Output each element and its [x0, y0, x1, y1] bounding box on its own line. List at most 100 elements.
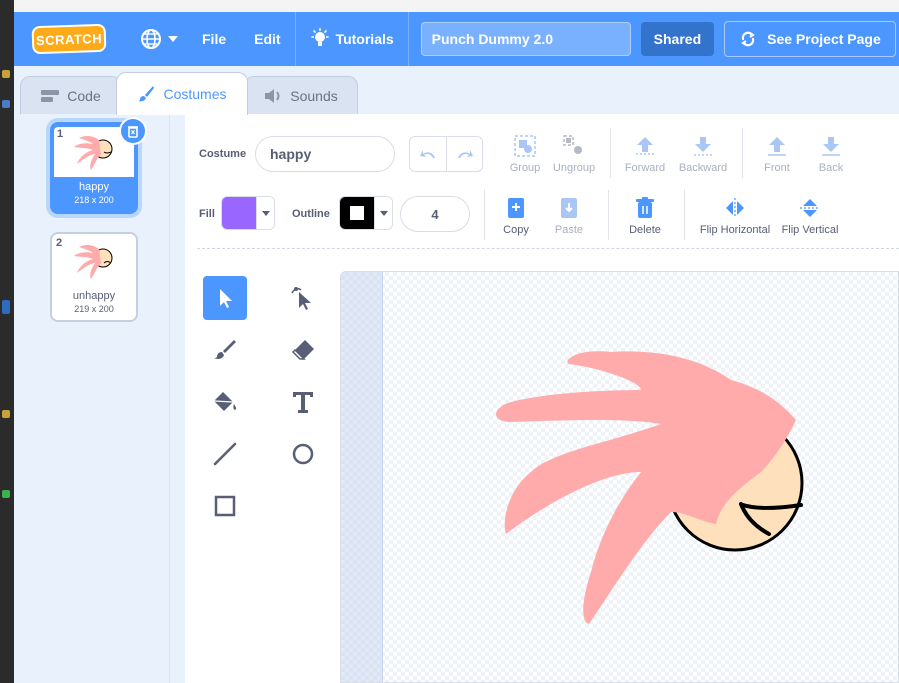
outline-width-input[interactable]: 4 — [400, 196, 470, 232]
code-blocks-icon — [41, 89, 60, 102]
back-button[interactable]: Back — [811, 134, 851, 174]
copy-label: Copy — [503, 224, 529, 236]
outline-color-swatch — [340, 197, 374, 229]
arrow-down-icon — [694, 137, 712, 156]
costume-label: Costume — [199, 148, 247, 160]
edit-menu[interactable]: Edit — [240, 12, 294, 66]
chevron-down-icon — [374, 197, 392, 229]
paste-icon — [561, 198, 577, 218]
fill-color-picker[interactable] — [221, 196, 275, 230]
redo-button[interactable] — [446, 137, 482, 171]
window-icon — [2, 410, 10, 418]
text-tool[interactable] — [281, 380, 325, 424]
undo-button[interactable] — [410, 137, 446, 171]
fill-tool[interactable] — [203, 380, 247, 424]
reshape-icon — [291, 287, 311, 310]
paint-editor: Costume happy Group Ungroup Forward Back… — [185, 114, 899, 683]
toolbar-divider — [610, 128, 611, 178]
backward-button[interactable]: Backward — [677, 134, 729, 174]
paint-bucket-icon — [213, 392, 237, 411]
costume-thumbnail-image — [74, 136, 113, 170]
text-t-icon — [293, 392, 313, 413]
browser-top-edge — [14, 0, 899, 12]
brush-icon — [214, 340, 236, 359]
tab-code[interactable]: Code — [20, 76, 122, 114]
paste-button[interactable]: Paste — [551, 196, 587, 236]
front-button[interactable]: Front — [757, 134, 797, 174]
toolbar-divider — [742, 128, 743, 178]
see-project-label: See Project Page — [767, 31, 881, 47]
trash-icon — [128, 126, 138, 138]
flip-horizontal-label: Flip Horizontal — [699, 224, 771, 236]
group-label: Group — [509, 162, 541, 174]
tab-sounds[interactable]: Sounds — [244, 76, 358, 114]
group-icon — [514, 135, 536, 157]
costume-size: 218 x 200 — [74, 195, 114, 205]
project-title-input[interactable]: Punch Dummy 2.0 — [420, 22, 631, 56]
select-tool[interactable] — [203, 276, 247, 320]
delete-button[interactable]: Delete — [625, 196, 665, 236]
line-tool[interactable] — [203, 432, 247, 476]
toolbar-divider — [684, 190, 685, 240]
tutorials-button[interactable]: Tutorials — [296, 12, 408, 66]
copy-icon — [508, 198, 524, 218]
background-window-strip — [0, 0, 14, 683]
flip-vertical-button[interactable]: Flip Vertical — [780, 196, 840, 236]
rectangle-tool[interactable] — [203, 484, 247, 528]
costume-item-happy[interactable]: 1 happy 218 x 200 — [50, 117, 147, 214]
circle-tool[interactable] — [281, 432, 325, 476]
language-menu[interactable] — [130, 12, 188, 66]
flip-vertical-label: Flip Vertical — [781, 224, 839, 236]
flip-horizontal-button[interactable]: Flip Horizontal — [698, 196, 772, 236]
costume-thumbnail — [54, 236, 134, 286]
tab-costumes[interactable]: Costumes — [116, 72, 248, 115]
line-icon — [213, 442, 237, 466]
shared-button[interactable]: Shared — [640, 22, 715, 56]
scratch-logo[interactable]: SCRATCH — [31, 23, 107, 55]
outline-label: Outline — [292, 208, 330, 220]
menu-bar: SCRATCH File Edit Tutorials Punch Dummy … — [14, 12, 899, 66]
outline-color-picker[interactable] — [339, 196, 393, 230]
brush-tool[interactable] — [203, 328, 247, 372]
costume-number: 1 — [57, 128, 64, 140]
rectangle-icon — [214, 495, 236, 517]
costume-item-unhappy[interactable]: 2 unhappy 219 x 200 — [50, 232, 138, 322]
costume-list: 1 happy 218 x 200 2 unhappy 219 x 200 — [18, 114, 170, 683]
reshape-tool[interactable] — [281, 276, 325, 320]
forward-button[interactable]: Forward — [623, 134, 667, 174]
arrows-refresh-icon — [741, 31, 755, 47]
menu-divider — [407, 12, 409, 66]
paste-label: Paste — [554, 224, 584, 236]
undo-icon — [420, 150, 435, 158]
forward-label: Forward — [624, 162, 666, 174]
tab-sounds-label: Sounds — [290, 87, 338, 104]
costume-thumbnail-image — [74, 245, 113, 279]
fill-label: Fill — [199, 208, 215, 220]
costume-name-input[interactable]: happy — [255, 136, 395, 172]
ungroup-label: Ungroup — [552, 162, 596, 174]
front-label: Front — [764, 162, 790, 174]
tab-code-label: Code — [67, 87, 101, 104]
ungroup-button[interactable]: Ungroup — [551, 134, 597, 174]
redo-icon — [457, 150, 473, 158]
back-label: Back — [818, 162, 844, 174]
costume-number: 2 — [56, 237, 63, 249]
window-icon — [2, 300, 10, 314]
copy-button[interactable]: Copy — [497, 196, 535, 236]
bring-to-front-icon — [768, 137, 786, 156]
delete-label: Delete — [629, 224, 661, 236]
group-button[interactable]: Group — [505, 134, 545, 174]
costume-drawing — [496, 351, 804, 624]
file-menu[interactable]: File — [188, 12, 240, 66]
eraser-tool[interactable] — [281, 328, 325, 372]
editor-tabs: Code Costumes Sounds — [14, 66, 899, 115]
costume-name: happy — [79, 181, 109, 193]
toolbar-divider — [484, 190, 485, 240]
delete-costume-button[interactable] — [119, 117, 147, 145]
lightbulb-icon — [310, 28, 329, 46]
paint-canvas[interactable] — [340, 271, 899, 683]
fill-color-swatch — [222, 197, 256, 229]
tab-costumes-label: Costumes — [163, 86, 227, 102]
arrow-up-icon — [636, 137, 654, 155]
see-project-page-button[interactable]: See Project Page — [724, 21, 896, 57]
